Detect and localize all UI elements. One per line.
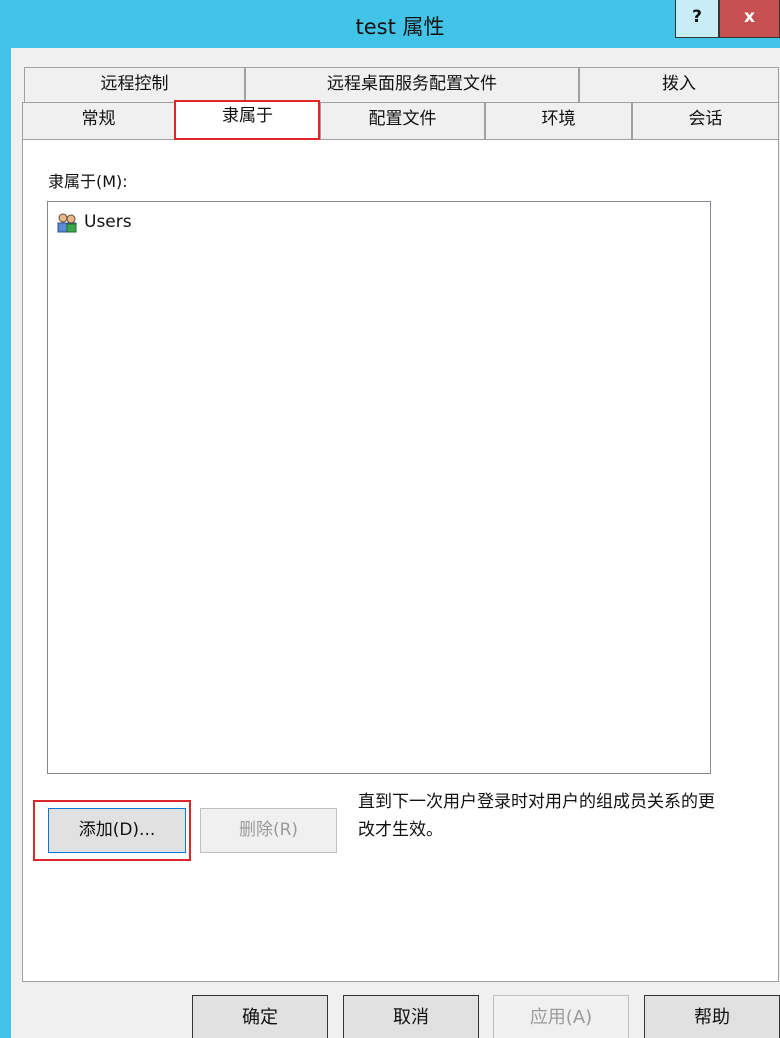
tab-remote-control[interactable]: 远程控制 xyxy=(24,67,245,103)
member-of-label: 隶属于(M): xyxy=(48,172,128,191)
list-item-label: Users xyxy=(84,212,132,232)
window-title: test 属性 xyxy=(355,15,445,39)
tab-dial-in[interactable]: 拨入 xyxy=(579,67,779,103)
cancel-button[interactable]: 取消 xyxy=(343,995,479,1038)
tab-environment[interactable]: 环境 xyxy=(485,102,632,140)
group-icon xyxy=(57,213,77,233)
tab-general[interactable]: 常规 xyxy=(22,102,175,140)
membership-note: 直到下一次用户登录时对用户的组成员关系的更改才生效。 xyxy=(358,792,715,840)
properties-window: test 属性 ? x 远程控制 远程桌面服务配置文件 拨入 常规 隶属于 配置… xyxy=(0,0,780,1038)
tab-member-of[interactable]: 隶属于 xyxy=(175,100,320,140)
member-of-list[interactable]: Users xyxy=(47,201,711,774)
help-title-button[interactable]: ? xyxy=(675,0,719,38)
help-button[interactable]: 帮助 xyxy=(644,995,780,1038)
remove-button[interactable]: 删除(R) xyxy=(200,808,337,853)
title-bar[interactable]: test 属性 ? x xyxy=(0,0,780,48)
ok-button[interactable]: 确定 xyxy=(192,995,328,1038)
add-button[interactable]: 添加(D)... xyxy=(48,808,186,853)
close-button[interactable]: x xyxy=(719,0,780,38)
tab-rds-profile[interactable]: 远程桌面服务配置文件 xyxy=(245,67,579,103)
list-item[interactable]: Users xyxy=(56,210,132,234)
tab-profile[interactable]: 配置文件 xyxy=(320,102,485,140)
apply-button[interactable]: 应用(A) xyxy=(493,995,629,1038)
tab-sessions[interactable]: 会话 xyxy=(632,102,779,140)
